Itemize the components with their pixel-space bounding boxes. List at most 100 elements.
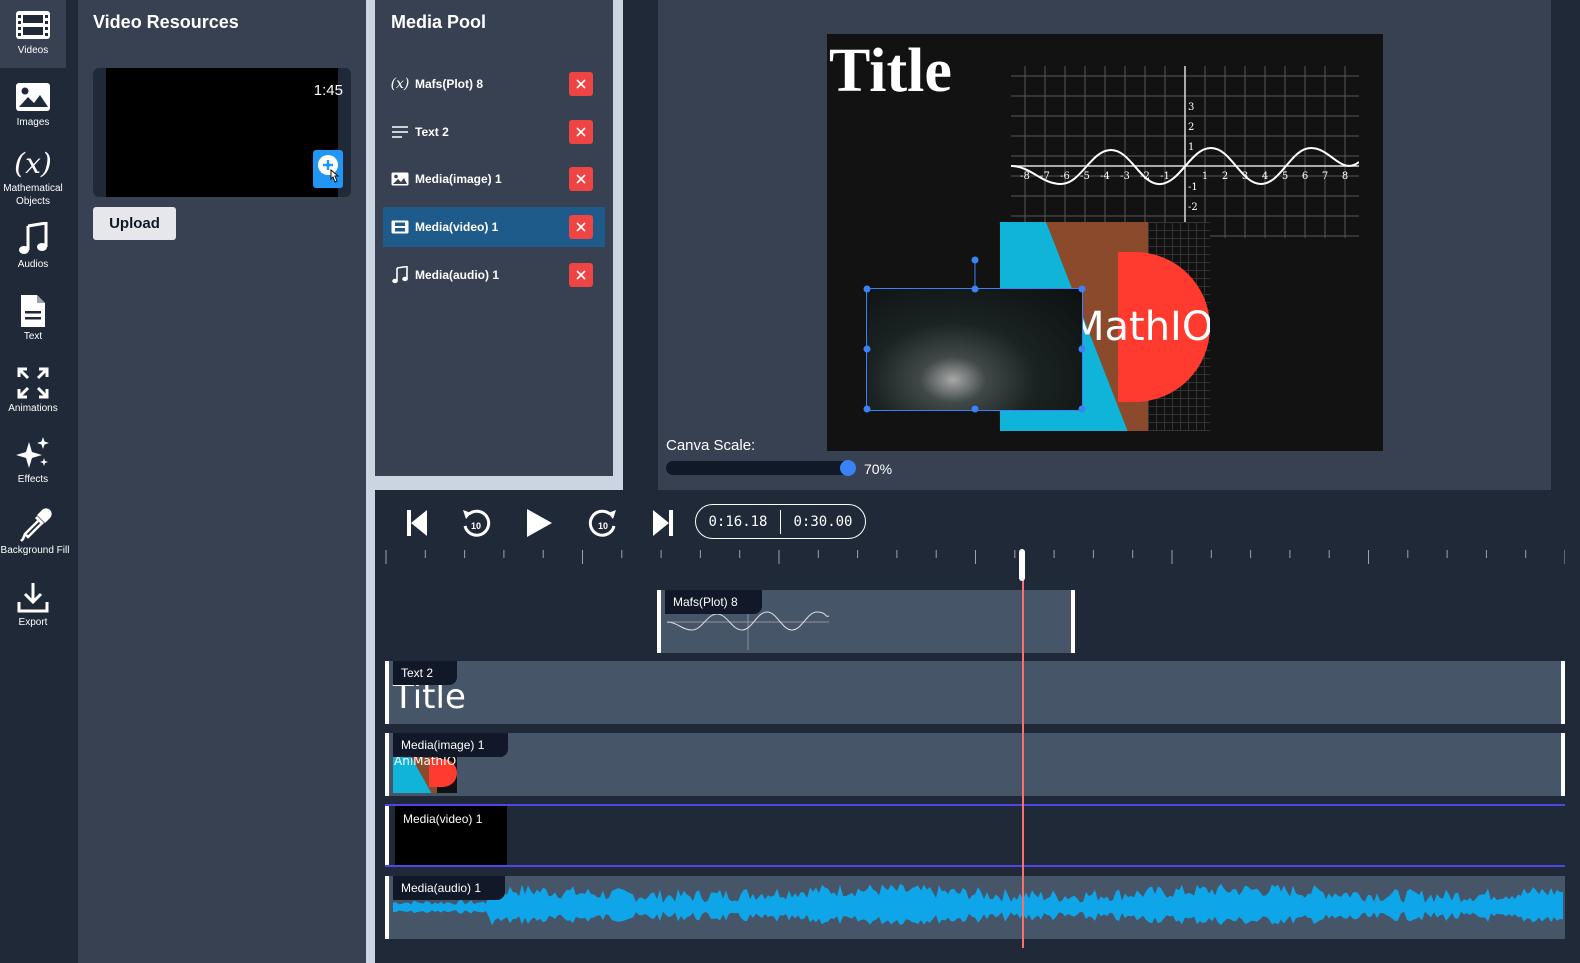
close-icon xyxy=(576,127,586,137)
skip-forward-icon xyxy=(653,510,673,536)
sidebar-item-label: Videos xyxy=(17,45,49,56)
sidebar-item-audios[interactable]: Audios xyxy=(0,214,66,282)
plot-x-tick-label: -1 xyxy=(1160,171,1170,182)
clip-trim-handle-left[interactable] xyxy=(385,876,389,939)
video-resources-panel: Video Resources 1:45 Upload xyxy=(78,0,366,963)
plus-circle-icon xyxy=(318,155,340,183)
clip-label: Media(video) 1 xyxy=(403,812,483,826)
skip-to-start-button[interactable] xyxy=(397,505,437,541)
film-icon xyxy=(14,6,52,44)
plot-y-tick-label: 3 xyxy=(1188,102,1194,113)
eyedropper-icon xyxy=(16,506,54,544)
plot-x-tick-label: 7 xyxy=(1322,171,1328,182)
tool-sidebar: Videos Images (x) Mathematical Objects A… xyxy=(0,0,78,963)
video-thumbnail xyxy=(106,68,338,197)
clip-trim-handle-left[interactable] xyxy=(385,661,389,724)
sidebar-item-videos[interactable]: Videos xyxy=(0,0,66,68)
rewind-10-button[interactable]: 10 xyxy=(456,505,496,541)
clip-trim-handle-right[interactable] xyxy=(1561,733,1565,796)
film-icon xyxy=(387,220,413,234)
upload-button[interactable]: Upload xyxy=(93,207,176,240)
media-pool-item[interactable]: Media(image) 1 xyxy=(383,159,605,199)
media-pool-item-selected[interactable]: Media(video) 1 xyxy=(383,207,605,247)
timeline-ruler[interactable] xyxy=(385,548,1565,568)
current-time: 0:16.18 xyxy=(708,513,768,530)
delete-button[interactable] xyxy=(569,215,593,239)
canvas-scale-slider[interactable] xyxy=(666,461,856,475)
close-icon xyxy=(576,270,586,280)
clip-trim-handle-right[interactable] xyxy=(1561,661,1565,724)
sidebar-item-label: Export xyxy=(18,617,48,628)
music-icon xyxy=(387,266,413,284)
plot-y-tick-label: 2 xyxy=(1188,122,1194,133)
sidebar-item-label: Images xyxy=(16,117,50,128)
slider-thumb[interactable] xyxy=(840,460,856,476)
clip-trim-handle-left[interactable] xyxy=(657,590,661,653)
sidebar-item-text[interactable]: Text xyxy=(0,286,66,354)
plot-x-tick-label: -4 xyxy=(1100,171,1110,182)
function-icon: (x) xyxy=(390,76,410,92)
plot-x-tick-label: 5 xyxy=(1282,171,1288,182)
clip-label: Media(image) 1 xyxy=(393,733,509,757)
audio-waveform xyxy=(393,883,1563,926)
preview-canvas[interactable]: Title -8-7-6-5-4-3-2-112345678 321-1-2-3… xyxy=(827,34,1383,451)
panel-divider[interactable] xyxy=(366,0,375,963)
app-root: Videos Images (x) Mathematical Objects A… xyxy=(0,0,1580,963)
playhead-handle[interactable] xyxy=(1019,549,1025,581)
plot-x-tick-label: 2 xyxy=(1222,171,1228,182)
clip-trim-handle-left[interactable] xyxy=(385,733,389,796)
sidebar-item-export[interactable]: Export xyxy=(0,572,66,640)
plot-x-tick-label: -6 xyxy=(1060,171,1070,182)
delete-button[interactable] xyxy=(569,167,593,191)
forward-10-button[interactable]: 10 xyxy=(583,505,623,541)
play-button[interactable] xyxy=(519,505,559,541)
canvas-title-text[interactable]: Title xyxy=(829,36,952,107)
plot-x-tick-label: 8 xyxy=(1342,171,1348,182)
selection-handles[interactable] xyxy=(863,256,1088,416)
clip-trim-handle-left[interactable] xyxy=(385,806,389,865)
plot-x-tick-label: 3 xyxy=(1242,171,1248,182)
timeline-clip-text[interactable]: Title Text 2 xyxy=(385,661,1565,724)
delete-button[interactable] xyxy=(569,72,593,96)
plot-y-tick-label: 1 xyxy=(1188,142,1194,153)
media-pool-item[interactable]: (x) Mafs(Plot) 8 xyxy=(383,64,605,104)
clip-trim-handle-right[interactable] xyxy=(1071,590,1075,653)
video-resource-card[interactable]: 1:45 xyxy=(93,68,351,197)
image-icon xyxy=(387,172,413,186)
timeline-clip-video-selected[interactable]: Media(video) 1 xyxy=(385,804,1565,867)
panel-divider[interactable] xyxy=(613,0,623,490)
timeline-clip-audio[interactable]: Media(audio) 1 xyxy=(385,876,1565,939)
expand-arrows-icon xyxy=(14,364,52,402)
sidebar-item-math-objects[interactable]: (x) Mathematical Objects xyxy=(0,138,66,210)
panel-divider[interactable] xyxy=(375,476,623,490)
timeline-clip-image[interactable]: AniMathIO Media(image) 1 xyxy=(385,733,1565,796)
panel-title: Video Resources xyxy=(93,12,239,32)
sidebar-item-animations[interactable]: Animations xyxy=(0,358,66,426)
forward-10-icon: 10 xyxy=(588,509,616,537)
sidebar-item-label: Effects xyxy=(17,474,49,485)
media-pool-item[interactable]: Text 2 xyxy=(383,112,605,152)
canvas-plot[interactable]: -8-7-6-5-4-3-2-112345678 321-1-2-3 xyxy=(1011,66,1359,238)
media-pool-item-label: Media(audio) 1 xyxy=(415,268,500,282)
sidebar-item-label: Audios xyxy=(17,259,49,270)
sidebar-item-images[interactable]: Images xyxy=(0,72,66,140)
sidebar-item-effects[interactable]: Effects xyxy=(0,429,66,497)
sidebar-item-label: Text xyxy=(23,331,43,342)
plot-x-tick-label: 1 xyxy=(1202,171,1208,182)
media-pool-panel: Media Pool (x) Mafs(Plot) 8 Text 2 Media… xyxy=(375,0,613,476)
time-display: 0:16.18 0:30.00 xyxy=(695,504,866,539)
close-icon xyxy=(576,79,586,89)
sparkles-icon xyxy=(14,435,52,473)
plot-x-tick-label: -7 xyxy=(1040,171,1050,182)
delete-button[interactable] xyxy=(569,120,593,144)
plot-x-tick-label: 6 xyxy=(1302,171,1308,182)
timeline-clip-plot[interactable]: Mafs(Plot) 8 xyxy=(657,590,1075,653)
image-icon xyxy=(14,78,52,116)
delete-button[interactable] xyxy=(569,263,593,287)
skip-to-end-button[interactable] xyxy=(643,505,683,541)
clip-image-thumbnail: AniMathIO xyxy=(393,753,457,793)
add-to-timeline-button[interactable] xyxy=(313,150,343,188)
sidebar-item-background-fill[interactable]: Background Fill xyxy=(0,500,70,568)
media-pool-item[interactable]: Media(audio) 1 xyxy=(383,255,605,295)
document-icon xyxy=(14,292,52,330)
